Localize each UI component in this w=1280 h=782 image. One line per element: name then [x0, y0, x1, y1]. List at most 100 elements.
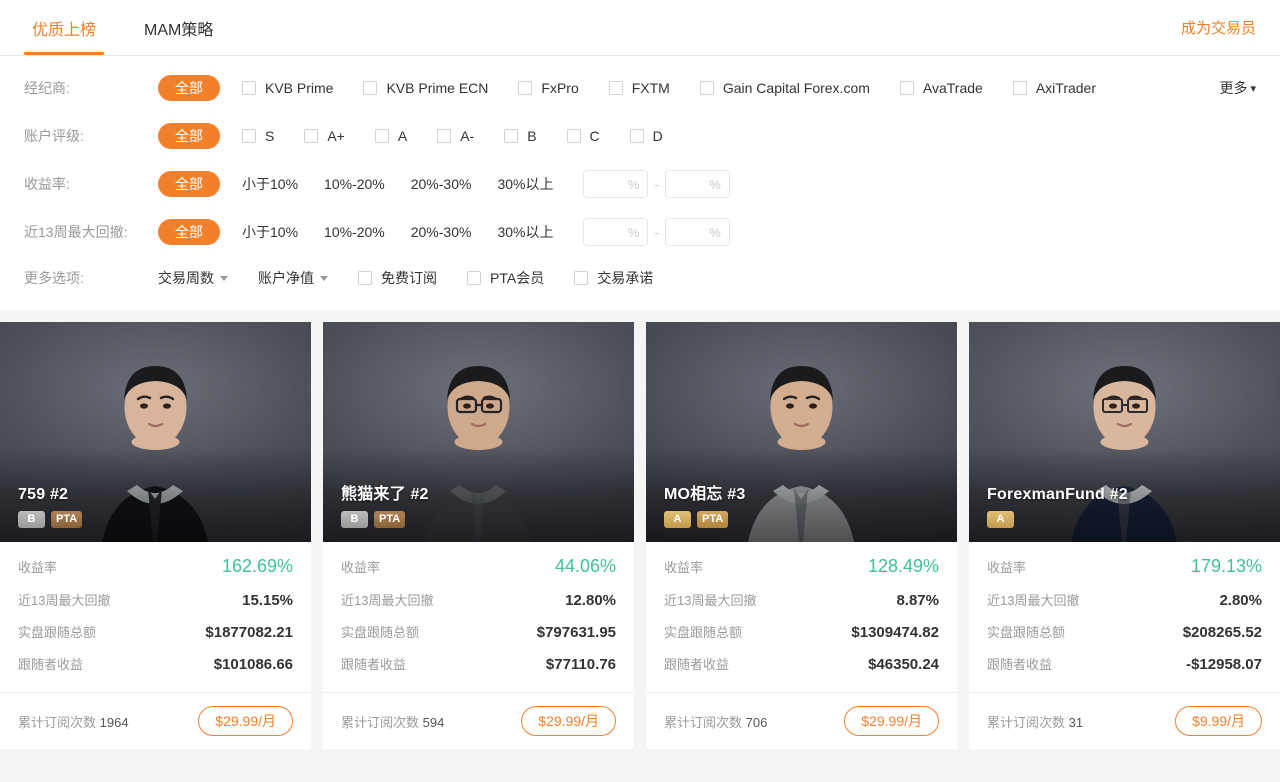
yield-option-20-30[interactable]: 20%-30% — [411, 176, 472, 192]
trader-card[interactable]: 759 #2 B PTA 收益率 162.69% 近13周最大回撤 15.15% … — [0, 322, 311, 749]
trader-stats: 收益率 128.49% 近13周最大回撤 8.87% 实盘跟随总额 $13094… — [646, 542, 957, 692]
stat-value-drawdown: 8.87% — [896, 592, 939, 609]
checkbox-label: AvaTrade — [922, 80, 983, 96]
checkbox-box[interactable] — [574, 271, 589, 285]
rating-all-button[interactable]: 全部 — [158, 123, 220, 149]
stat-label: 近13周最大回撤 — [18, 593, 111, 608]
trader-card[interactable]: ForexmanFund #2 A 收益率 179.13% 近13周最大回撤 2… — [969, 322, 1280, 749]
badge-b: B — [18, 511, 45, 528]
trader-card[interactable]: 熊猫来了 #2 B PTA 收益率 44.06% 近13周最大回撤 12.80% … — [323, 322, 634, 749]
checkbox-box[interactable] — [504, 129, 519, 143]
rating-checkbox-b[interactable]: B — [504, 128, 537, 144]
drawdown-option-lt10[interactable]: 小于10% — [242, 222, 298, 242]
checkbox-box[interactable] — [304, 129, 319, 143]
broker-all-button[interactable]: 全部 — [158, 75, 220, 101]
broker-checkbox-kvb-prime[interactable]: KVB Prime — [242, 80, 333, 96]
rating-checkbox-a-minus[interactable]: A- — [437, 128, 474, 144]
trader-photo[interactable]: 759 #2 B PTA — [0, 322, 311, 542]
checkbox-box[interactable] — [437, 129, 452, 143]
drawdown-range-group: - — [583, 218, 730, 246]
subscribe-price-button[interactable]: $29.99/月 — [521, 706, 616, 736]
stat-row-yield: 收益率 44.06% — [341, 556, 616, 577]
stat-value-yield: 128.49% — [867, 556, 939, 576]
checkbox-free-subscription[interactable]: 免费订阅 — [358, 268, 437, 288]
yield-option-gt30[interactable]: 30%以上 — [497, 174, 553, 194]
trader-card[interactable]: MO相忘 #3 A PTA 收益率 128.49% 近13周最大回撤 8.87% … — [646, 322, 957, 749]
stat-value-total-follow: $1309474.82 — [851, 624, 939, 641]
checkbox-box[interactable] — [467, 271, 481, 285]
broker-checkbox-fxtm[interactable]: FXTM — [608, 80, 670, 96]
tab-quality-list[interactable]: 优质上榜 — [22, 0, 106, 55]
stat-label: 跟随者收益 — [664, 657, 730, 672]
checkbox-trading-commitment[interactable]: 交易承诺 — [574, 268, 653, 288]
card-footer: 累计订阅次数 1964 $29.99/月 — [0, 692, 311, 749]
subscribe-price-button[interactable]: $29.99/月 — [844, 706, 939, 736]
subscribe-price-button[interactable]: $9.99/月 — [1175, 706, 1262, 736]
rating-checkbox-a-plus[interactable]: A+ — [304, 128, 345, 144]
tab-mam-strategy[interactable]: MAM策略 — [134, 0, 223, 55]
broker-more-toggle[interactable]: 更多 ▾ — [1219, 78, 1256, 98]
trader-photo[interactable]: MO相忘 #3 A PTA — [646, 322, 957, 542]
stat-row-total-follow: 实盘跟随总额 $797631.95 — [341, 622, 616, 641]
stat-row-follower-profit: 跟随者收益 $101086.66 — [18, 654, 293, 673]
trader-photo[interactable]: 熊猫来了 #2 B PTA — [323, 322, 634, 542]
become-trader-label: 成为交易员 — [1180, 20, 1256, 37]
broker-checkbox-axitrader[interactable]: AxiTrader — [1012, 80, 1096, 96]
select-trading-weeks[interactable]: 交易周数 — [158, 268, 228, 288]
filter-row-drawdown: 近13周最大回撤: 全部 小于10% 10%-20% 20%-30% 30%以上… — [0, 208, 1280, 256]
checkbox-label: A- — [460, 128, 475, 144]
checkbox-box[interactable] — [358, 271, 372, 285]
become-trader-link[interactable]: 成为交易员 — [1181, 0, 1280, 55]
checkbox-pta-member[interactable]: PTA会员 — [467, 268, 544, 288]
badge-group: B PTA — [341, 511, 429, 528]
top-tab-bar: 优质上榜 MAM策略 成为交易员 — [0, 0, 1280, 56]
checkbox-box[interactable] — [608, 81, 623, 95]
checkbox-box[interactable] — [242, 81, 256, 95]
stat-row-drawdown: 近13周最大回撤 8.87% — [664, 590, 939, 609]
subscribe-price-button[interactable]: $29.99/月 — [198, 706, 293, 736]
checkbox-label: 免费订阅 — [381, 270, 437, 286]
yield-range-group: - — [583, 170, 730, 198]
yield-option-lt10[interactable]: 小于10% — [242, 174, 298, 194]
drawdown-option-20-30[interactable]: 20%-30% — [411, 224, 472, 240]
rating-checkbox-c[interactable]: C — [566, 128, 600, 144]
checkbox-box[interactable] — [363, 81, 378, 95]
checkbox-box[interactable] — [518, 81, 533, 95]
drawdown-min-input[interactable] — [583, 218, 649, 246]
checkbox-box[interactable] — [699, 81, 714, 95]
checkbox-box[interactable] — [1012, 81, 1027, 95]
drawdown-option-10-20[interactable]: 10%-20% — [324, 224, 385, 240]
filter-row-yield: 收益率: 全部 小于10% 10%-20% 20%-30% 30%以上 - — [0, 160, 1280, 208]
rating-checkbox-a[interactable]: A — [374, 128, 407, 144]
trader-identity: 759 #2 B PTA — [18, 486, 83, 528]
checkbox-label: D — [652, 128, 663, 144]
yield-all-button[interactable]: 全部 — [158, 171, 220, 197]
drawdown-max-input[interactable] — [664, 218, 730, 246]
broker-checkbox-kvb-prime-ecn[interactable]: KVB Prime ECN — [363, 80, 488, 96]
rating-checkbox-s[interactable]: S — [242, 128, 274, 144]
broker-checkbox-fxpro[interactable]: FxPro — [518, 80, 579, 96]
select-account-equity[interactable]: 账户净值 — [258, 268, 328, 288]
badge-pta: PTA — [51, 511, 83, 528]
yield-max-input[interactable] — [664, 170, 730, 198]
trader-photo[interactable]: ForexmanFund #2 A — [969, 322, 1280, 542]
broker-checkbox-gain-capital[interactable]: Gain Capital Forex.com — [699, 80, 870, 96]
tab-label: MAM策略 — [144, 21, 214, 39]
yield-min-input[interactable] — [583, 170, 649, 198]
checkbox-box[interactable] — [629, 129, 644, 143]
checkbox-box[interactable] — [374, 129, 389, 143]
checkbox-box[interactable] — [899, 81, 914, 95]
drawdown-option-gt30[interactable]: 30%以上 — [497, 222, 553, 242]
broker-checkbox-avatrade[interactable]: AvaTrade — [899, 80, 983, 96]
checkbox-box[interactable] — [242, 129, 256, 143]
yield-option-10-20[interactable]: 10%-20% — [324, 176, 385, 192]
stat-value-yield: 162.69% — [221, 556, 293, 576]
trader-name: 熊猫来了 #2 — [341, 486, 429, 503]
stat-label: 跟随者收益 — [987, 657, 1053, 672]
caret-down-icon — [220, 275, 228, 281]
stat-row-follower-profit: 跟随者收益 $46350.24 — [664, 654, 939, 673]
filter-label-drawdown: 近13周最大回撤: — [24, 224, 128, 240]
rating-checkbox-d[interactable]: D — [629, 128, 663, 144]
checkbox-box[interactable] — [566, 129, 581, 143]
drawdown-all-button[interactable]: 全部 — [158, 219, 220, 245]
